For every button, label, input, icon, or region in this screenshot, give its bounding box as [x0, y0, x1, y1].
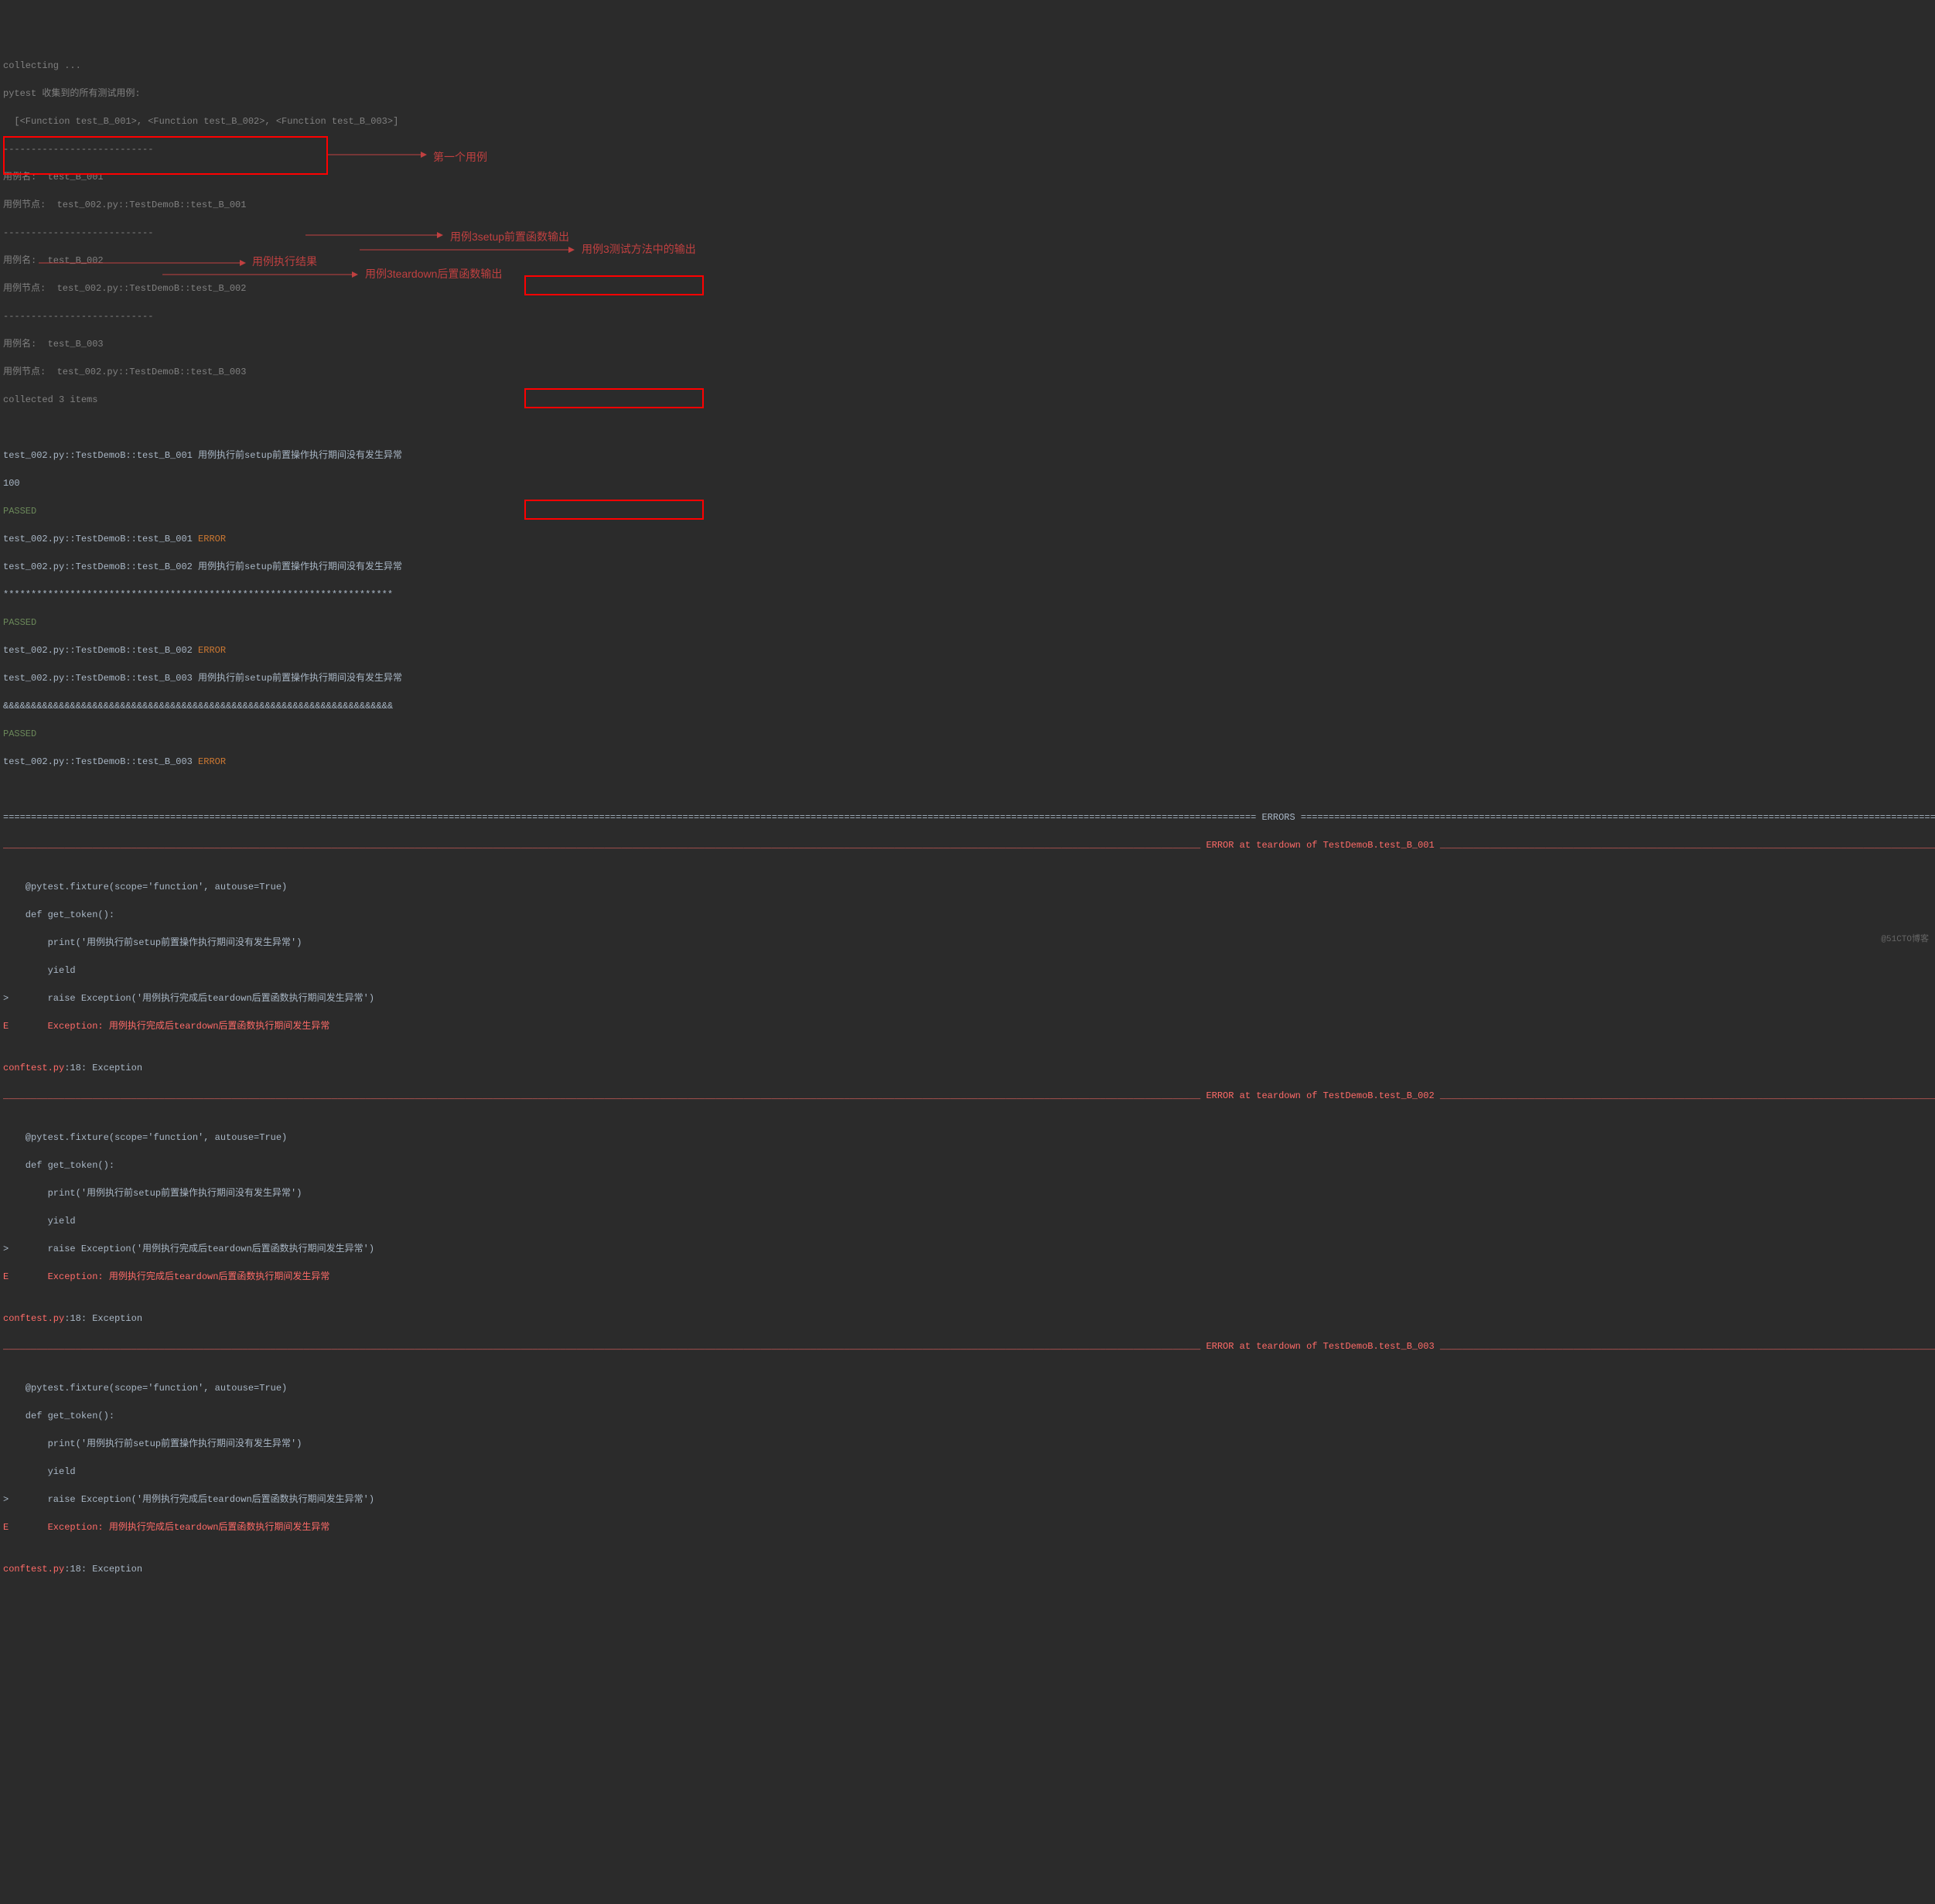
separator: ---------------------------: [3, 226, 1932, 240]
case1-node: 用例节点: test_002.py::TestDemoB::test_B_001: [3, 198, 1932, 212]
arrow-icon: [162, 267, 360, 282]
raise-line: > raise Exception('用例执行完成后teardown后置函数执行…: [3, 1242, 1932, 1256]
teardown-error-3: ________________________________________…: [3, 1339, 1932, 1353]
test2-error-line: test_002.py::TestDemoB::test_B_002 ERROR: [3, 643, 1932, 657]
def-line: def get_token():: [3, 1158, 1932, 1172]
function-list: [<Function test_B_001>, <Function test_B…: [3, 114, 1932, 128]
separator: ---------------------------: [3, 142, 1932, 156]
yield-line: yield: [3, 1465, 1932, 1479]
fixture-decorator: @pytest.fixture(scope='function', autous…: [3, 1381, 1932, 1395]
blank-line: [3, 783, 1932, 797]
teardown-error-2: ________________________________________…: [3, 1089, 1932, 1103]
def-line: def get_token():: [3, 908, 1932, 922]
case2-node: 用例节点: test_002.py::TestDemoB::test_B_002: [3, 282, 1932, 295]
test2-output: ****************************************…: [3, 588, 1932, 602]
test2-setup: test_002.py::TestDemoB::test_B_002 用例执行前…: [3, 560, 1932, 574]
traceback-location: conftest.py:18: Exception: [3, 1562, 1932, 1576]
teardown-error-1: ________________________________________…: [3, 838, 1932, 852]
test1-passed: PASSED: [3, 504, 1932, 518]
print-line: print('用例执行前setup前置操作执行期间没有发生异常'): [3, 1437, 1932, 1451]
raise-line: > raise Exception('用例执行完成后teardown后置函数执行…: [3, 1493, 1932, 1506]
test1-error-line: test_002.py::TestDemoB::test_B_001 ERROR: [3, 532, 1932, 546]
errors-header: ========================================…: [3, 810, 1932, 824]
test2-passed: PASSED: [3, 616, 1932, 630]
yield-line: yield: [3, 964, 1932, 978]
error-keyword: ERROR: [198, 534, 226, 544]
fixture-decorator: @pytest.fixture(scope='function', autous…: [3, 880, 1932, 894]
exception-line: E Exception: 用例执行完成后teardown后置函数执行期间发生异常: [3, 1270, 1932, 1284]
error-keyword: ERROR: [198, 645, 226, 656]
pytest-header: pytest 收集到的所有测试用例:: [3, 87, 1932, 101]
exception-line: E Exception: 用例执行完成后teardown后置函数执行期间发生异常: [3, 1520, 1932, 1534]
traceback-location: conftest.py:18: Exception: [3, 1312, 1932, 1326]
separator: ---------------------------: [3, 309, 1932, 323]
test3-setup: test_002.py::TestDemoB::test_B_003 用例执行前…: [3, 671, 1932, 685]
case1-name: 用例名: test_B_001: [3, 170, 1932, 184]
traceback-location: conftest.py:18: Exception: [3, 1061, 1932, 1075]
def-line: def get_token():: [3, 1409, 1932, 1423]
yield-line: yield: [3, 1214, 1932, 1228]
case2-name: 用例名: test_B_002: [3, 254, 1932, 268]
test1-setup: test_002.py::TestDemoB::test_B_001 用例执行前…: [3, 449, 1932, 462]
print-line: print('用例执行前setup前置操作执行期间没有发生异常'): [3, 936, 1932, 950]
case3-node: 用例节点: test_002.py::TestDemoB::test_B_003: [3, 365, 1932, 379]
test3-passed: PASSED: [3, 727, 1932, 741]
print-line: print('用例执行前setup前置操作执行期间没有发生异常'): [3, 1186, 1932, 1200]
exception-line: E Exception: 用例执行完成后teardown后置函数执行期间发生异常: [3, 1019, 1932, 1033]
error-keyword: ERROR: [198, 756, 226, 767]
watermark: @51CTO博客: [1881, 933, 1929, 947]
blank-line: [3, 421, 1932, 435]
fixture-decorator: @pytest.fixture(scope='function', autous…: [3, 1131, 1932, 1145]
annotation-teardown-output: 用例3teardown后置函数输出: [365, 266, 502, 282]
collected-count: collected 3 items: [3, 393, 1932, 407]
raise-line: > raise Exception('用例执行完成后teardown后置函数执行…: [3, 991, 1932, 1005]
case3-name: 用例名: test_B_003: [3, 337, 1932, 351]
test3-error-line: test_002.py::TestDemoB::test_B_003 ERROR: [3, 755, 1932, 769]
test1-output: 100: [3, 476, 1932, 490]
test3-output: &&&&&&&&&&&&&&&&&&&&&&&&&&&&&&&&&&&&&&&&…: [3, 699, 1932, 713]
collecting-line: collecting ...: [3, 59, 1932, 73]
